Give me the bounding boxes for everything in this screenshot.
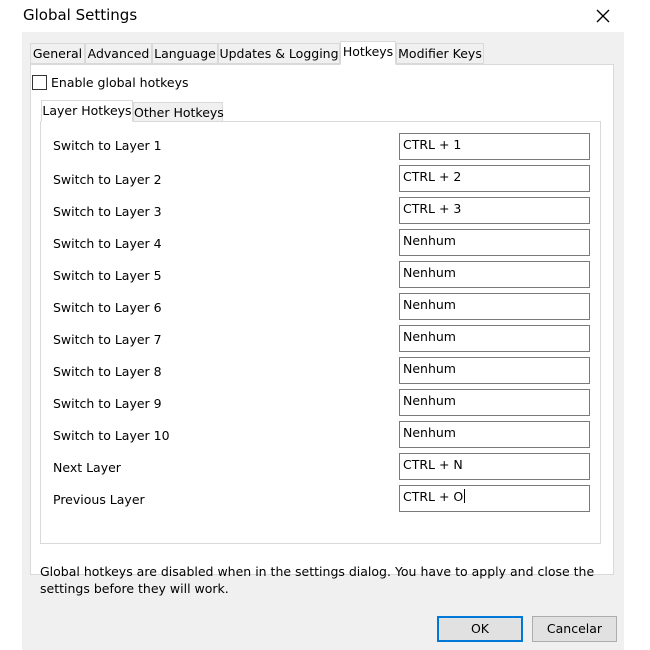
hotkey-label-layer-7: Switch to Layer 7 [53,332,162,347]
hotkey-label-layer-6: Switch to Layer 6 [53,300,162,315]
hotkey-input-layer-3[interactable]: CTRL + 3 [399,197,590,224]
hotkey-label-layer-3: Switch to Layer 3 [53,204,162,219]
hotkey-input-layer-5[interactable]: Nenhum [399,261,590,288]
window-title: Global Settings [23,6,138,24]
hotkey-label-previous-layer: Previous Layer [53,492,145,507]
hotkey-label-layer-5: Switch to Layer 5 [53,268,162,283]
hotkey-label-layer-2: Switch to Layer 2 [53,172,162,187]
hotkey-input-next-layer[interactable]: CTRL + N [399,453,590,480]
hotkey-input-layer-10[interactable]: Nenhum [399,421,590,448]
hotkey-label-layer-10: Switch to Layer 10 [53,428,170,443]
hotkey-input-layer-7[interactable]: Nenhum [399,325,590,352]
close-icon [596,9,610,23]
cancel-button[interactable]: Cancelar [532,616,617,642]
tab-modifier-keys[interactable]: Modifier Keys [396,43,484,64]
hotkey-label-layer-9: Switch to Layer 9 [53,396,162,411]
hotkey-input-layer-8[interactable]: Nenhum [399,357,590,384]
hotkeys-note: Global hotkeys are disabled when in the … [40,564,595,596]
subtab-layer-hotkeys[interactable]: Layer Hotkeys [41,100,133,122]
hotkey-input-layer-9[interactable]: Nenhum [399,389,590,416]
hotkey-label-layer-4: Switch to Layer 4 [53,236,162,251]
hotkey-input-previous-layer-value: CTRL + O [403,489,464,504]
hotkey-input-layer-2[interactable]: CTRL + 2 [399,165,590,192]
tab-language[interactable]: Language [152,43,218,64]
tab-hotkeys[interactable]: Hotkeys [340,41,396,65]
tab-updates-logging[interactable]: Updates & Logging [218,43,340,64]
checkbox-box[interactable] [32,75,47,90]
hotkey-input-layer-6[interactable]: Nenhum [399,293,590,320]
dialog-body: General Advanced Language Updates & Logg… [22,32,624,650]
text-caret [464,489,466,503]
hotkey-input-previous-layer[interactable]: CTRL + O [399,485,590,512]
hotkey-input-layer-4[interactable]: Nenhum [399,229,590,256]
close-button[interactable] [586,2,620,30]
title-bar: Global Settings [0,0,650,32]
tab-advanced[interactable]: Advanced [85,43,152,64]
hotkey-input-layer-1[interactable]: CTRL + 1 [399,133,590,160]
tab-general[interactable]: General [30,43,85,64]
ok-button[interactable]: OK [437,616,523,642]
hotkey-label-next-layer: Next Layer [53,460,121,475]
subtab-other-hotkeys[interactable]: Other Hotkeys [133,102,224,123]
hotkey-label-layer-8: Switch to Layer 8 [53,364,162,379]
hotkey-label-layer-1: Switch to Layer 1 [53,138,162,153]
enable-global-hotkeys-checkbox[interactable]: Enable global hotkeys [32,75,189,90]
checkbox-label: Enable global hotkeys [51,75,189,90]
